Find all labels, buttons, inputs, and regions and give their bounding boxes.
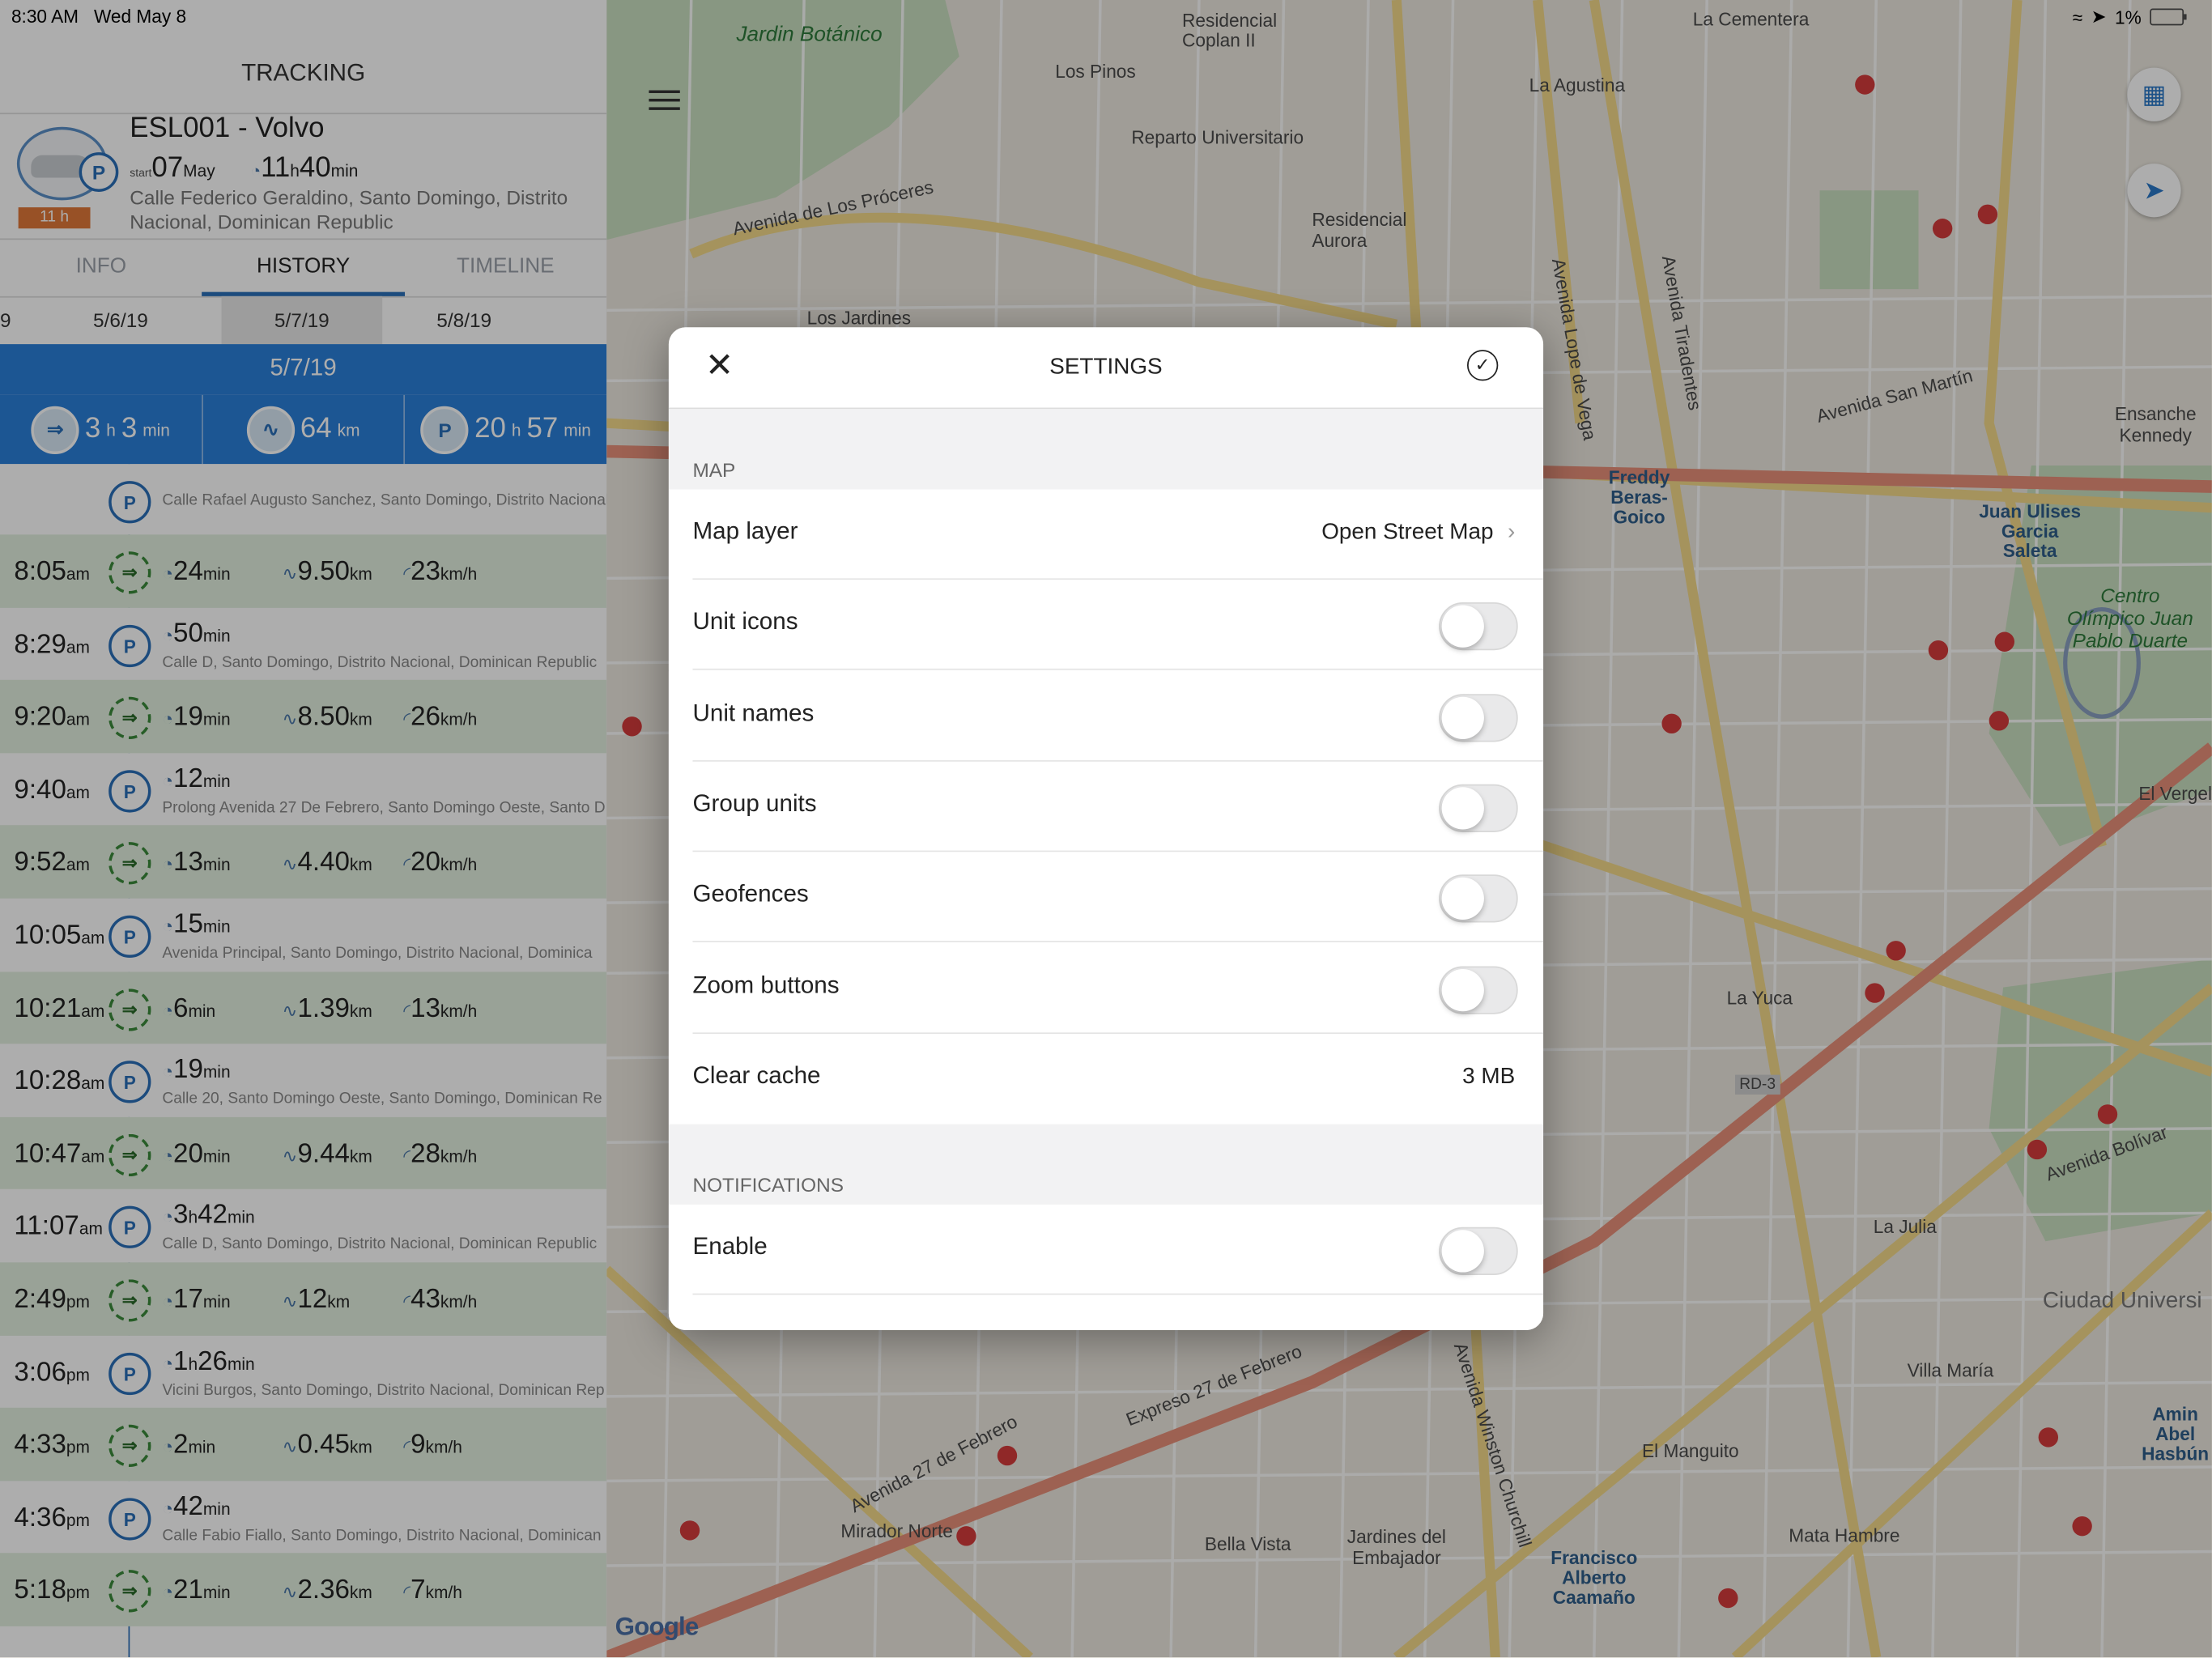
setting-label: Geofences <box>692 880 809 908</box>
battery-icon <box>2150 8 2187 26</box>
setting-unit-names[interactable]: Unit names <box>668 670 1544 762</box>
setting-label: Zoom buttons <box>692 971 840 998</box>
settings-modal: SETTINGS ✕ ✓ MAP Map layer Open Street Map… <box>668 327 1544 1330</box>
close-button[interactable]: ✕ <box>700 347 739 387</box>
wifi-icon: ≈ <box>2072 6 2083 28</box>
setting-label: Clear cache <box>692 1061 821 1089</box>
modal-title: SETTINGS <box>1049 355 1163 380</box>
status-bar: 8:30 AM Wed May 8 ≈ ➤ 1% <box>0 0 2212 31</box>
setting-label: Unit icons <box>692 608 798 636</box>
unit-icons-toggle[interactable] <box>1439 602 1518 651</box>
setting-unit-icons[interactable]: Unit icons <box>668 580 1544 671</box>
setting-label: Group units <box>692 789 817 817</box>
setting-clear-cache[interactable]: Clear cache 3 MB <box>668 1033 1544 1124</box>
section-header: NOTIFICATIONS <box>668 1124 1544 1205</box>
status-time: 8:30 AM <box>11 5 79 28</box>
group-units-toggle[interactable] <box>1439 784 1518 832</box>
chevron-right-icon: › <box>1507 520 1516 545</box>
setting-zoom-buttons[interactable]: Zoom buttons <box>668 942 1544 1034</box>
modal-header: SETTINGS ✕ ✓ <box>668 327 1544 410</box>
setting-geofences[interactable]: Geofences <box>668 852 1544 943</box>
unit-names-toggle[interactable] <box>1439 693 1518 742</box>
close-icon: ✕ <box>705 346 734 385</box>
zoom-buttons-toggle[interactable] <box>1439 965 1518 1014</box>
setting-label: Unit names <box>692 699 815 726</box>
confirm-button[interactable]: ✓ <box>1466 350 1499 381</box>
geofences-toggle[interactable] <box>1439 874 1518 923</box>
battery-level: 1% <box>2115 6 2142 28</box>
checkmark-icon: ✓ <box>1474 354 1491 376</box>
setting-label: Enable <box>692 1232 768 1261</box>
setting-label: Map layer <box>692 517 798 545</box>
setting-value: Open Street Map › <box>1321 520 1516 545</box>
status-date: Wed May 8 <box>93 5 187 28</box>
setting-map-layer[interactable]: Map layer Open Street Map › <box>668 489 1544 580</box>
enable-toggle[interactable] <box>1439 1226 1518 1276</box>
setting-value: 3 MB <box>1462 1065 1516 1089</box>
app-root: Jardin Botánico La Cementera Residencial… <box>0 0 2212 1658</box>
setting-enable[interactable]: Enable <box>668 1205 1544 1295</box>
section-header: MAP <box>668 409 1544 490</box>
location-icon: ➤ <box>2091 5 2107 28</box>
setting-row-cut-off[interactable] <box>668 1295 1544 1330</box>
setting-group-units[interactable]: Group units <box>668 761 1544 852</box>
